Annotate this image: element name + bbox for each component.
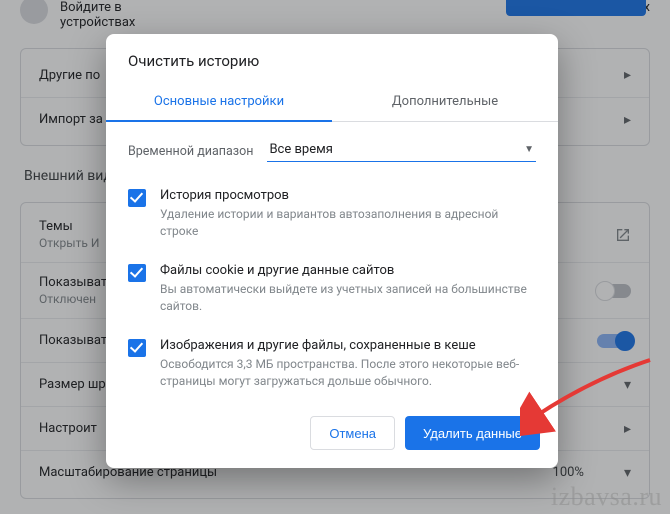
dropdown-triangle-icon: ▼ [524,144,534,155]
dialog-title: Очистить историю [106,34,558,84]
checkbox-cached-images[interactable] [128,339,146,357]
item-title: Файлы cookie и другие данные сайтов [160,263,536,278]
checkbox-browsing-history[interactable] [128,189,146,207]
clear-data-button[interactable]: Удалить данные [405,416,540,450]
item-desc: Вы автоматически выйдете из учетных запи… [160,281,536,316]
tab-basic[interactable]: Основные настройки [106,84,332,121]
clear-browsing-data-dialog: Очистить историю Основные настройки Допо… [106,34,558,468]
item-cookies[interactable]: Файлы cookie и другие данные сайтов Вы а… [128,253,536,328]
checkbox-cookies[interactable] [128,264,146,282]
time-range-select[interactable]: Все время ▼ [267,140,536,162]
item-desc: Удаление истории и вариантов автозаполне… [160,206,536,241]
dialog-tabs: Основные настройки Дополнительные [106,84,558,122]
item-desc: Освободится 3,3 МБ пространства. После э… [160,356,536,391]
time-range-value: Все время [269,142,332,157]
watermark: izbavsa.ru [551,482,662,512]
item-title: История просмотров [160,188,536,203]
item-cached-images[interactable]: Изображения и другие файлы, сохраненные … [128,328,536,403]
cancel-button[interactable]: Отмена [310,416,395,450]
time-range-label: Временной диапазон [128,144,253,159]
tab-advanced[interactable]: Дополнительные [332,84,558,121]
item-browsing-history[interactable]: История просмотров Удаление истории и ва… [128,178,536,253]
item-title: Изображения и другие файлы, сохраненные … [160,338,536,353]
